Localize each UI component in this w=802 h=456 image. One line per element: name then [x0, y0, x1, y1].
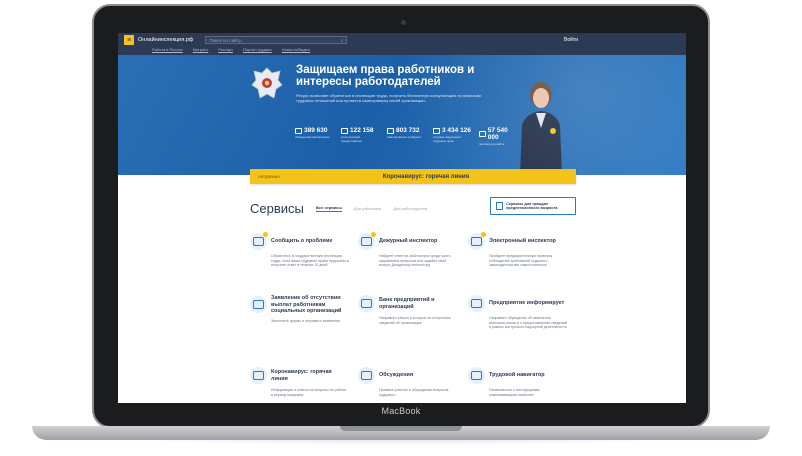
stat-item: 57 540 000 просмотров сайта — [479, 127, 519, 147]
hamburger-icon[interactable]: ≡ — [124, 35, 134, 45]
camera-icon — [401, 20, 406, 25]
list-icon — [387, 127, 394, 134]
card-desc: Направьте обращение об изменении категор… — [489, 316, 567, 330]
service-card[interactable]: Дежурный инспектор Найдите ответ на свой… — [358, 232, 458, 268]
stage: ≡ Онлайнинспекция.рф Поиск по сайту... ⌕… — [0, 0, 802, 456]
device-brand: MacBook — [381, 406, 421, 416]
virus-icon — [250, 367, 267, 384]
magnifier-icon — [468, 232, 486, 250]
search-icon[interactable]: ⌕ — [341, 38, 344, 43]
inspector-photo — [520, 82, 562, 175]
search-placeholder: Поиск по сайту... — [209, 37, 245, 43]
sub-nav: Работа в России Мигрант Рестарт Портал т… — [118, 47, 686, 55]
subnav-item[interactable]: Новости/Видео — [282, 47, 310, 55]
tab-employee[interactable]: Для работника — [354, 206, 382, 211]
service-card[interactable]: Предприятие информирует Направьте обраще… — [468, 295, 568, 330]
card-title[interactable]: Обсуждения — [379, 372, 413, 379]
hero-title: Защищаем права работников и интересы раб… — [296, 64, 475, 88]
subnav-item[interactable]: Мигрант — [193, 47, 209, 55]
compass-icon — [468, 367, 485, 384]
question-bubble-icon — [358, 232, 376, 250]
card-title[interactable]: Банк предприятий и организаций — [379, 297, 458, 310]
tab-employer[interactable]: Для работодателя — [393, 206, 427, 211]
top-bar: ≡ Онлайнинспекция.рф Поиск по сайту... ⌕… — [118, 33, 686, 47]
alert-text[interactable]: Коронавирус: горячая линия — [336, 174, 576, 180]
card-title[interactable]: Трудовой навигатор — [489, 372, 545, 379]
stat-value: 122 158 — [350, 127, 374, 134]
coat-of-arms-icon — [250, 65, 284, 103]
services-title: Сервисы — [250, 201, 304, 216]
card-title[interactable]: Коронавирус: горячая линия — [271, 369, 350, 382]
stat-item: 122 158 консультаций предоставлено — [341, 127, 381, 147]
service-card[interactable]: Сообщить о проблеме Обратитесь в государ… — [250, 232, 350, 268]
pre-retirement-services-button[interactable]: Сервисы для граждан предпенсионного возр… — [490, 197, 576, 215]
mail-icon — [250, 232, 268, 250]
card-title[interactable]: Заявление об отсутствии выплат работника… — [271, 295, 350, 315]
site-name[interactable]: Онлайнинспекция.рф — [138, 37, 193, 43]
stat-item: 389 630 обращений рассмотрено — [295, 127, 335, 147]
subnav-item[interactable]: Работа в России — [152, 47, 183, 55]
search-input[interactable]: Поиск по сайту... ⌕ — [205, 36, 348, 44]
eye-icon — [479, 131, 486, 137]
card-desc: Найдите ответ на свой вопрос среди часто… — [379, 254, 451, 268]
card-icon — [250, 296, 267, 314]
stat-item: 3 434 126 случаев нарушения трудовых пра… — [433, 127, 473, 147]
alert-bar[interactable]: Актуально Коронавирус: горячая линия — [250, 169, 576, 184]
login-link[interactable]: Войти — [564, 37, 578, 43]
service-card[interactable]: Трудовой навигатор Ознакомьтесь с инстру… — [468, 367, 568, 397]
question-icon — [341, 127, 348, 134]
pre-retirement-label: Сервисы для граждан предпенсионного возр… — [506, 201, 558, 211]
bank-icon — [358, 295, 375, 312]
stat-label: обращений рассмотрено — [295, 135, 330, 139]
card-title[interactable]: Электронный инспектор — [489, 238, 556, 245]
service-card[interactable]: Электронный инспектор Пройдите предварит… — [468, 232, 568, 268]
document-icon — [468, 295, 485, 312]
stat-item: 803 732 самопроверок пройдено — [387, 127, 427, 147]
subnav-item[interactable]: Портал трудяги — [243, 47, 272, 55]
stat-label: консультаций предоставлено — [341, 135, 363, 143]
card-title[interactable]: Предприятие информирует — [489, 300, 564, 307]
card-desc: Заполните форму и отправьте заявление — [271, 318, 341, 323]
laptop-notch — [340, 426, 462, 431]
service-card[interactable]: Коронавирус: горячая линия Информация и … — [250, 367, 350, 397]
card-desc: Направьте запрос в которых по получению … — [379, 316, 451, 325]
alert-tag: Актуально — [258, 174, 280, 179]
document-icon — [496, 202, 504, 210]
people-icon — [295, 127, 302, 134]
screen: ≡ Онлайнинспекция.рф Поиск по сайту... ⌕… — [118, 33, 686, 403]
stat-label: просмотров сайта — [479, 142, 505, 146]
card-desc: Информация и ответы на вопросы по работе… — [271, 388, 347, 397]
card-desc: Обратитесь в государственную инспекцию т… — [271, 254, 349, 268]
service-card[interactable]: Обсуждения Примите участие в обсуждении … — [358, 367, 458, 397]
stat-value: 3 434 126 — [442, 127, 471, 134]
card-desc: Ознакомьтесь с инструкциями, охватывающи… — [489, 388, 541, 397]
stat-label: самопроверок пройдено — [387, 135, 421, 139]
stats-row: 389 630 обращений рассмотрено 122 158 ко… — [295, 127, 519, 147]
stat-label: случаев нарушения трудовых прав — [433, 135, 461, 143]
hero-subtitle: Ресурс позволяет обратиться в инспекцию … — [296, 93, 481, 103]
subnav-item[interactable]: Рестарт — [218, 47, 233, 55]
tab-all-services[interactable]: Все сервисы — [315, 205, 342, 212]
stat-value: 389 630 — [304, 127, 328, 134]
card-title[interactable]: Дежурный инспектор — [379, 238, 437, 245]
chat-icon — [358, 367, 375, 384]
services-header: Сервисы Все сервисы Для работника Для ра… — [250, 201, 427, 216]
card-title[interactable]: Сообщить о проблеме — [271, 238, 332, 245]
hero-banner: Защищаем права работников и интересы раб… — [118, 55, 686, 175]
stat-value: 57 540 000 — [487, 127, 508, 141]
service-card[interactable]: Банк предприятий и организаций Направьте… — [358, 295, 458, 325]
service-card[interactable]: Заявление об отсутствии выплат работника… — [250, 295, 350, 323]
shield-icon — [433, 127, 440, 134]
stat-value: 803 732 — [396, 127, 420, 134]
card-desc: Пройдите предварительную проверку соблюд… — [489, 254, 553, 268]
card-desc: Примите участие в обсуждении вопросов тр… — [379, 388, 449, 397]
